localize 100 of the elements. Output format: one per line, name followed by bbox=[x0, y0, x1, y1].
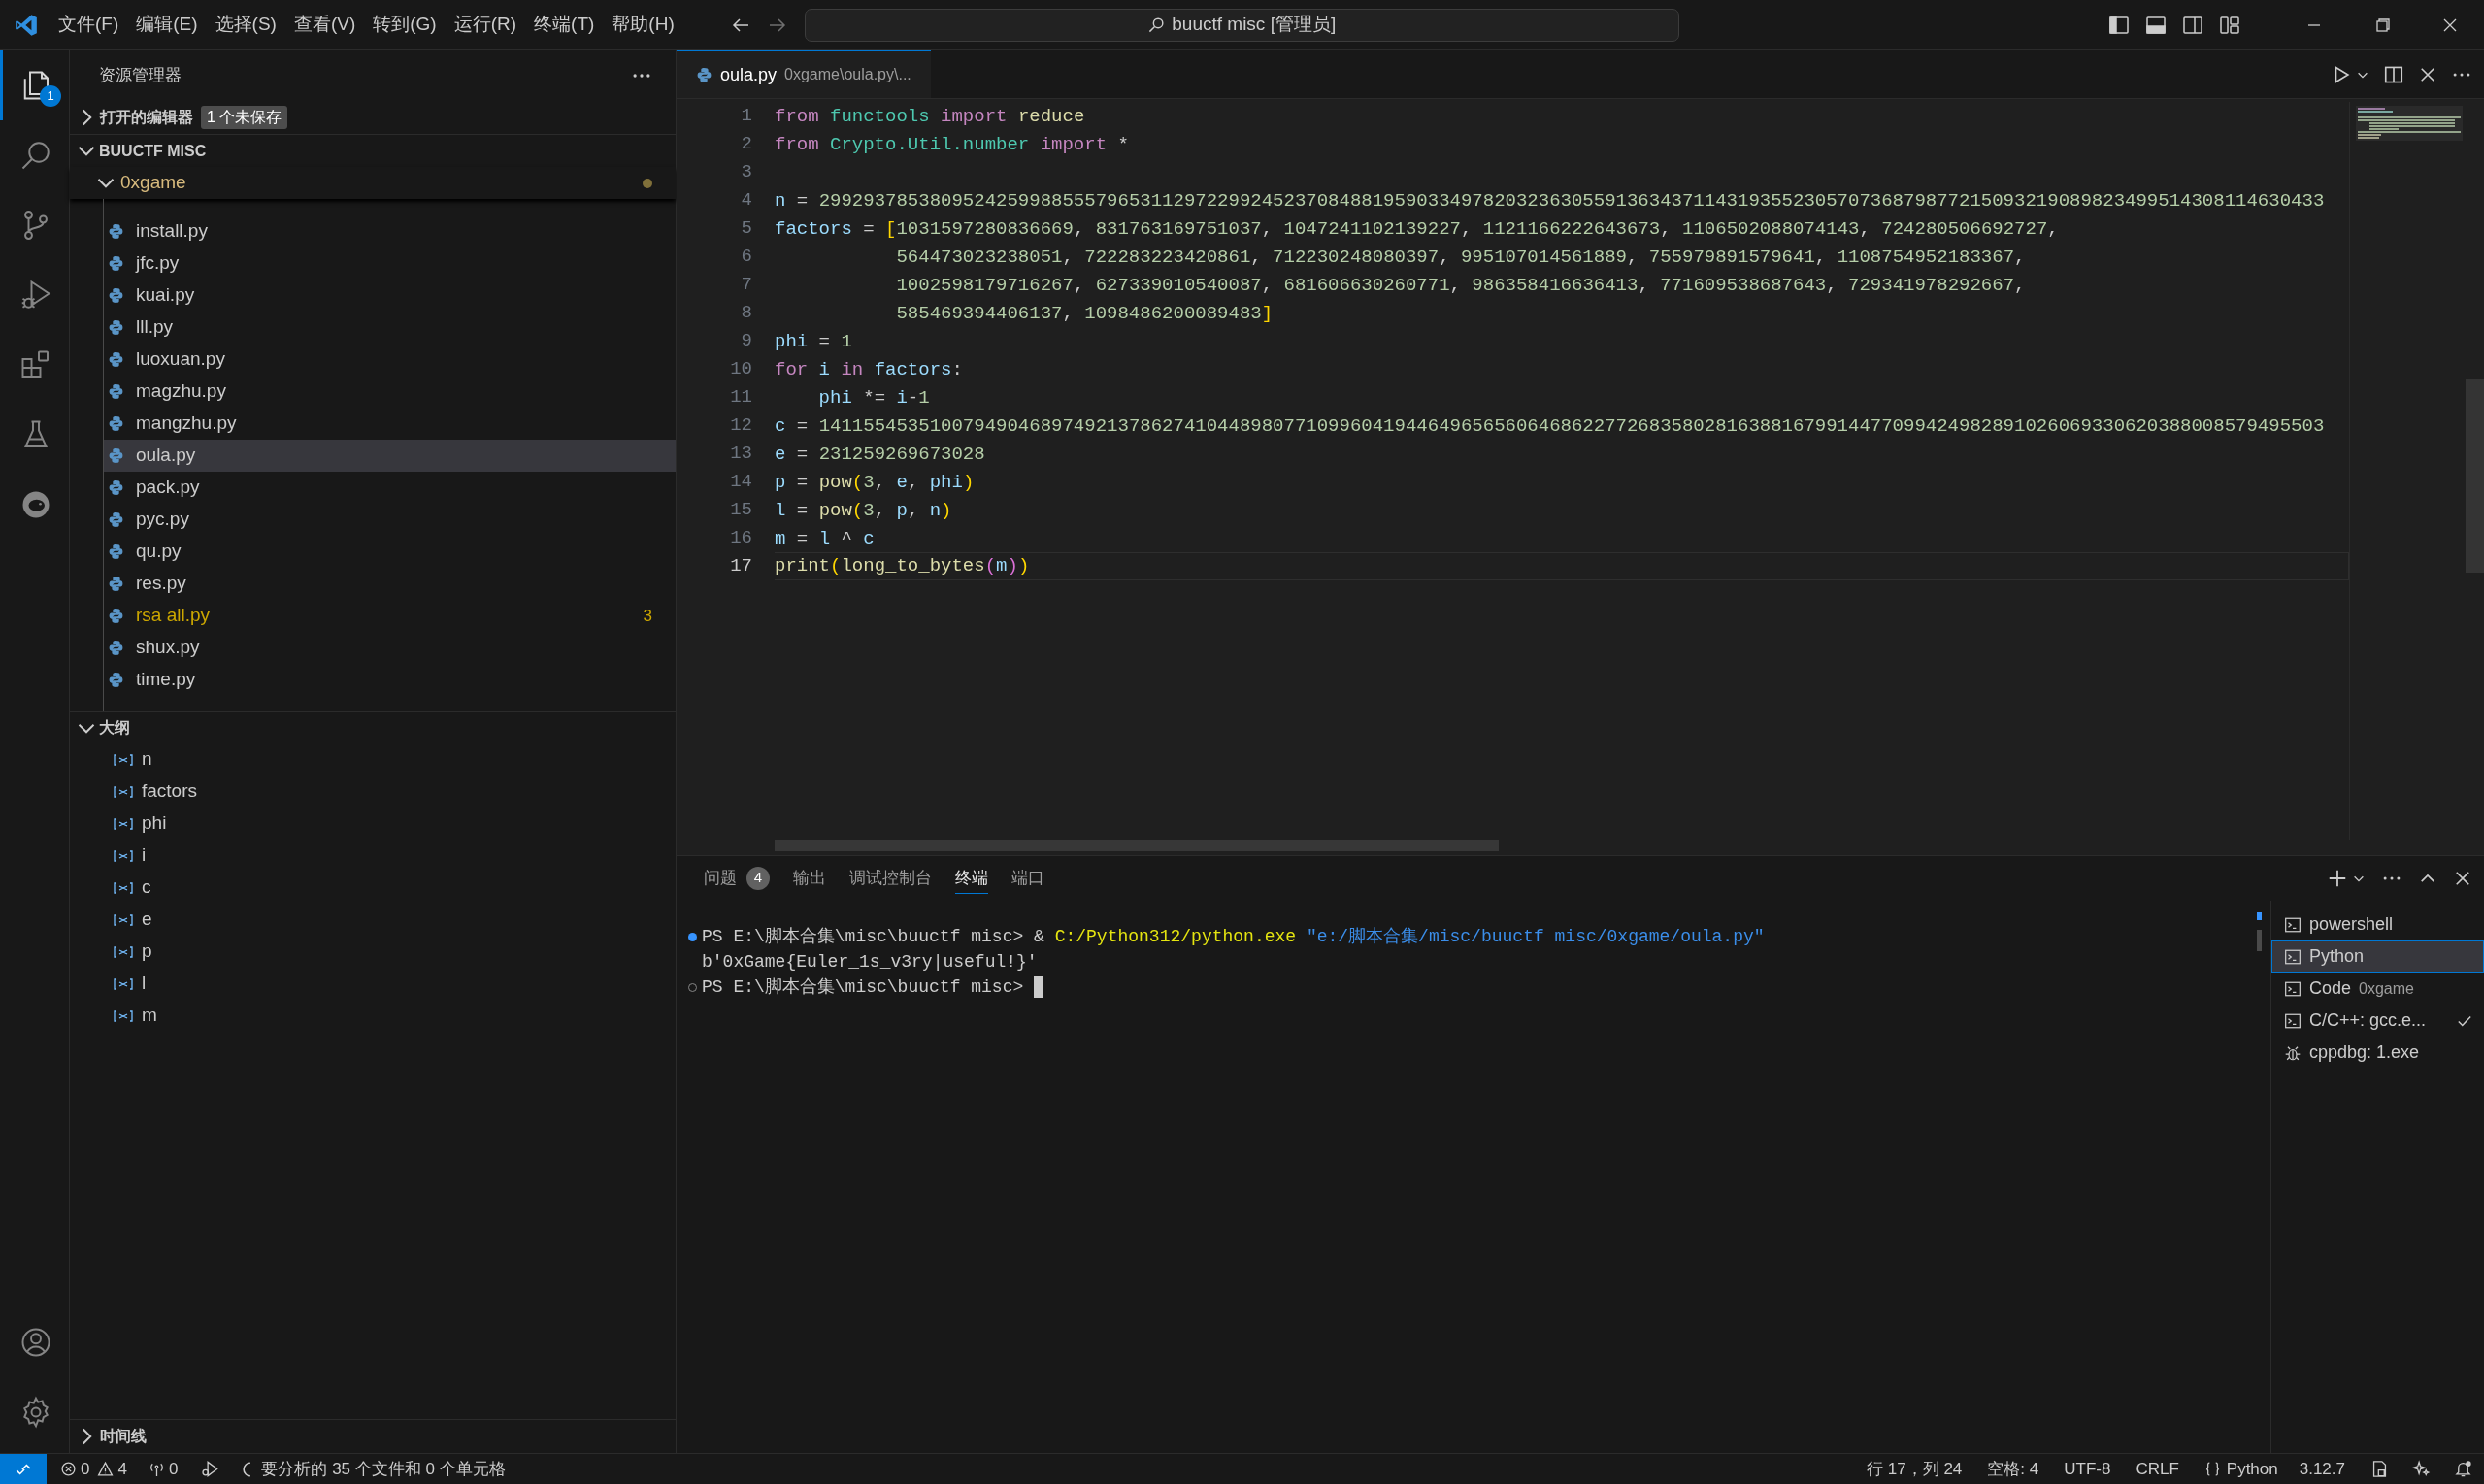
outline-item[interactable]: n bbox=[70, 743, 676, 775]
status-item[interactable]: CRLF bbox=[2136, 1456, 2179, 1482]
editor-tab[interactable]: oula.py 0xgame\oula.py\... bbox=[677, 50, 931, 98]
code-line: factors = [1031597280836669, 831763169751037, 1047241102139227, 1121166222643673, 1106502088074143, 724280506692727, bbox=[775, 217, 2060, 242]
file-item[interactable]: oula.py bbox=[104, 440, 676, 472]
document-icon[interactable] bbox=[2370, 1460, 2389, 1478]
section-header[interactable]: BUUCTF MISC bbox=[70, 134, 676, 167]
close-icon[interactable] bbox=[2453, 869, 2472, 888]
menu-item[interactable]: 文件(F) bbox=[50, 7, 127, 43]
section-title: 时间线 bbox=[100, 1427, 147, 1446]
terminal-line: b'0xGame{Euler_1s_v3ry|useful!}' bbox=[702, 950, 1038, 973]
chevron-down-icon bbox=[97, 178, 115, 188]
command-center[interactable]: buuctf misc [管理员] bbox=[804, 8, 1679, 42]
file-item[interactable]: luoxuan.py bbox=[104, 344, 676, 376]
folder-item[interactable]: 0xgame bbox=[70, 167, 676, 199]
code-line: e = 231259269673028 bbox=[775, 443, 986, 467]
outline-item[interactable]: c bbox=[70, 872, 676, 904]
code-line: p = pow(3, e, phi) bbox=[775, 471, 976, 495]
line-number: 11 bbox=[729, 385, 752, 410]
file-name: res.py bbox=[136, 572, 186, 596]
plus-icon[interactable] bbox=[2327, 868, 2348, 889]
scrollbar-thumb[interactable] bbox=[775, 840, 1499, 851]
run-debug-icon[interactable] bbox=[201, 1460, 220, 1478]
app-logo-icon bbox=[14, 12, 39, 38]
file-name: jfc.py bbox=[136, 251, 180, 276]
file-item[interactable]: res.py bbox=[104, 568, 676, 600]
terminal-item[interactable]: Python bbox=[2271, 940, 2484, 973]
terminal-item[interactable]: cppdbg: 1.exe bbox=[2271, 1037, 2484, 1069]
panel-tab[interactable]: 端口 bbox=[1011, 863, 1044, 894]
python-icon bbox=[108, 415, 124, 432]
terminal-item[interactable]: Code 0xgame bbox=[2271, 973, 2484, 1005]
file-item[interactable]: qu.py bbox=[104, 536, 676, 568]
panel-tab[interactable]: 输出 bbox=[793, 863, 826, 894]
file-item[interactable]: magzhu.py bbox=[104, 376, 676, 408]
remote-button[interactable] bbox=[0, 1454, 47, 1484]
bell-icon[interactable] bbox=[2454, 1460, 2472, 1478]
language-button[interactable]: Python bbox=[2203, 1456, 2278, 1482]
file-item[interactable]: install.py bbox=[104, 215, 676, 247]
python-icon bbox=[108, 255, 124, 272]
menu-item[interactable]: 转到(G) bbox=[365, 7, 445, 43]
outline-item[interactable]: i bbox=[70, 840, 676, 872]
outline-item[interactable]: m bbox=[70, 1000, 676, 1032]
outline-item[interactable]: e bbox=[70, 904, 676, 936]
bug-icon bbox=[2284, 1043, 2302, 1062]
file-name: time.py bbox=[136, 668, 196, 692]
code-line: phi = 1 bbox=[775, 330, 853, 354]
sparkle-icon[interactable] bbox=[2412, 1460, 2431, 1478]
file-item[interactable]: lll.py bbox=[104, 312, 676, 344]
outline-name: factors bbox=[142, 779, 198, 804]
terminal-icon bbox=[2284, 915, 2302, 934]
outline-item[interactable]: p bbox=[70, 936, 676, 968]
status-item[interactable]: 空格: 4 bbox=[1987, 1456, 2039, 1482]
terminal-item[interactable]: powershell bbox=[2271, 908, 2484, 940]
terminal-line: PS E:\脚本合集\misc\buuctf misc> & C:/Python312/python.exe "e:/脚本合集/misc/buuctf misc/0xgame/oula.py" bbox=[702, 925, 1765, 948]
file-item[interactable]: pyc.py bbox=[104, 504, 676, 536]
file-item[interactable]: time.py bbox=[104, 664, 676, 696]
terminal-item[interactable]: C/C++: gcc.e... bbox=[2271, 1005, 2484, 1037]
file-item[interactable]: shux.py bbox=[104, 632, 676, 664]
section-header[interactable]: 大纲 bbox=[70, 711, 676, 743]
panel-tab[interactable]: 问题 4 bbox=[704, 863, 770, 894]
outline-item[interactable]: l bbox=[70, 968, 676, 1000]
terminal-name: Python bbox=[2309, 945, 2365, 968]
error-icon bbox=[60, 1461, 77, 1477]
panel-tab[interactable]: 调试控制台 bbox=[849, 863, 932, 894]
tab-title: oula.py bbox=[720, 63, 778, 86]
problems-button[interactable]: 0 4 bbox=[60, 1456, 127, 1482]
file-item[interactable]: pack.py bbox=[104, 472, 676, 504]
python-icon bbox=[108, 544, 124, 560]
outline-name: c bbox=[142, 875, 151, 900]
outline-item[interactable]: phi bbox=[70, 808, 676, 840]
section-header[interactable]: 打开的编辑器 1 个未保存 bbox=[70, 101, 676, 134]
menu-item[interactable]: 帮助(H) bbox=[604, 7, 682, 43]
unsaved-badge: 1 个未保存 bbox=[201, 106, 288, 129]
outline-item[interactable]: factors bbox=[70, 775, 676, 808]
file-name: magzhu.py bbox=[136, 379, 226, 404]
line-number: 17 bbox=[729, 554, 752, 578]
menu-item[interactable]: 查看(V) bbox=[285, 7, 364, 43]
line-number: 6 bbox=[740, 245, 752, 269]
menu-item[interactable]: 编辑(E) bbox=[128, 7, 206, 43]
file-name: oula.py bbox=[136, 444, 196, 468]
explorer-tab[interactable]: 1 bbox=[0, 50, 69, 120]
menu-item[interactable]: 选择(S) bbox=[207, 7, 284, 43]
status-item[interactable]: UTF-8 bbox=[2064, 1456, 2111, 1482]
status-item[interactable]: 行 17，列 24 bbox=[1867, 1456, 1963, 1482]
file-item[interactable]: jfc.py bbox=[104, 247, 676, 280]
command-marker-icon[interactable] bbox=[687, 932, 697, 941]
terminal-icon bbox=[2284, 947, 2302, 966]
python-version[interactable]: 3.12.7 bbox=[2299, 1456, 2345, 1482]
ports-button[interactable]: 0 bbox=[148, 1456, 179, 1482]
file-item[interactable]: rsa all.py 3 bbox=[104, 600, 676, 632]
scrollbar-thumb[interactable] bbox=[2256, 930, 2262, 951]
file-item[interactable]: mangzhu.py bbox=[104, 408, 676, 440]
menu-item[interactable]: 运行(R) bbox=[446, 7, 525, 43]
menu-item[interactable]: 终端(T) bbox=[526, 7, 603, 43]
file-item[interactable]: kuai.py bbox=[104, 280, 676, 312]
panel-tab[interactable]: 终端 bbox=[955, 863, 988, 894]
python-icon bbox=[108, 511, 124, 528]
section-header[interactable]: 时间线 bbox=[70, 1419, 676, 1453]
section-title: 打开的编辑器 bbox=[100, 108, 193, 127]
analysis-status[interactable]: 要分析的 35 个文件和 0 个单元格 bbox=[243, 1456, 506, 1482]
